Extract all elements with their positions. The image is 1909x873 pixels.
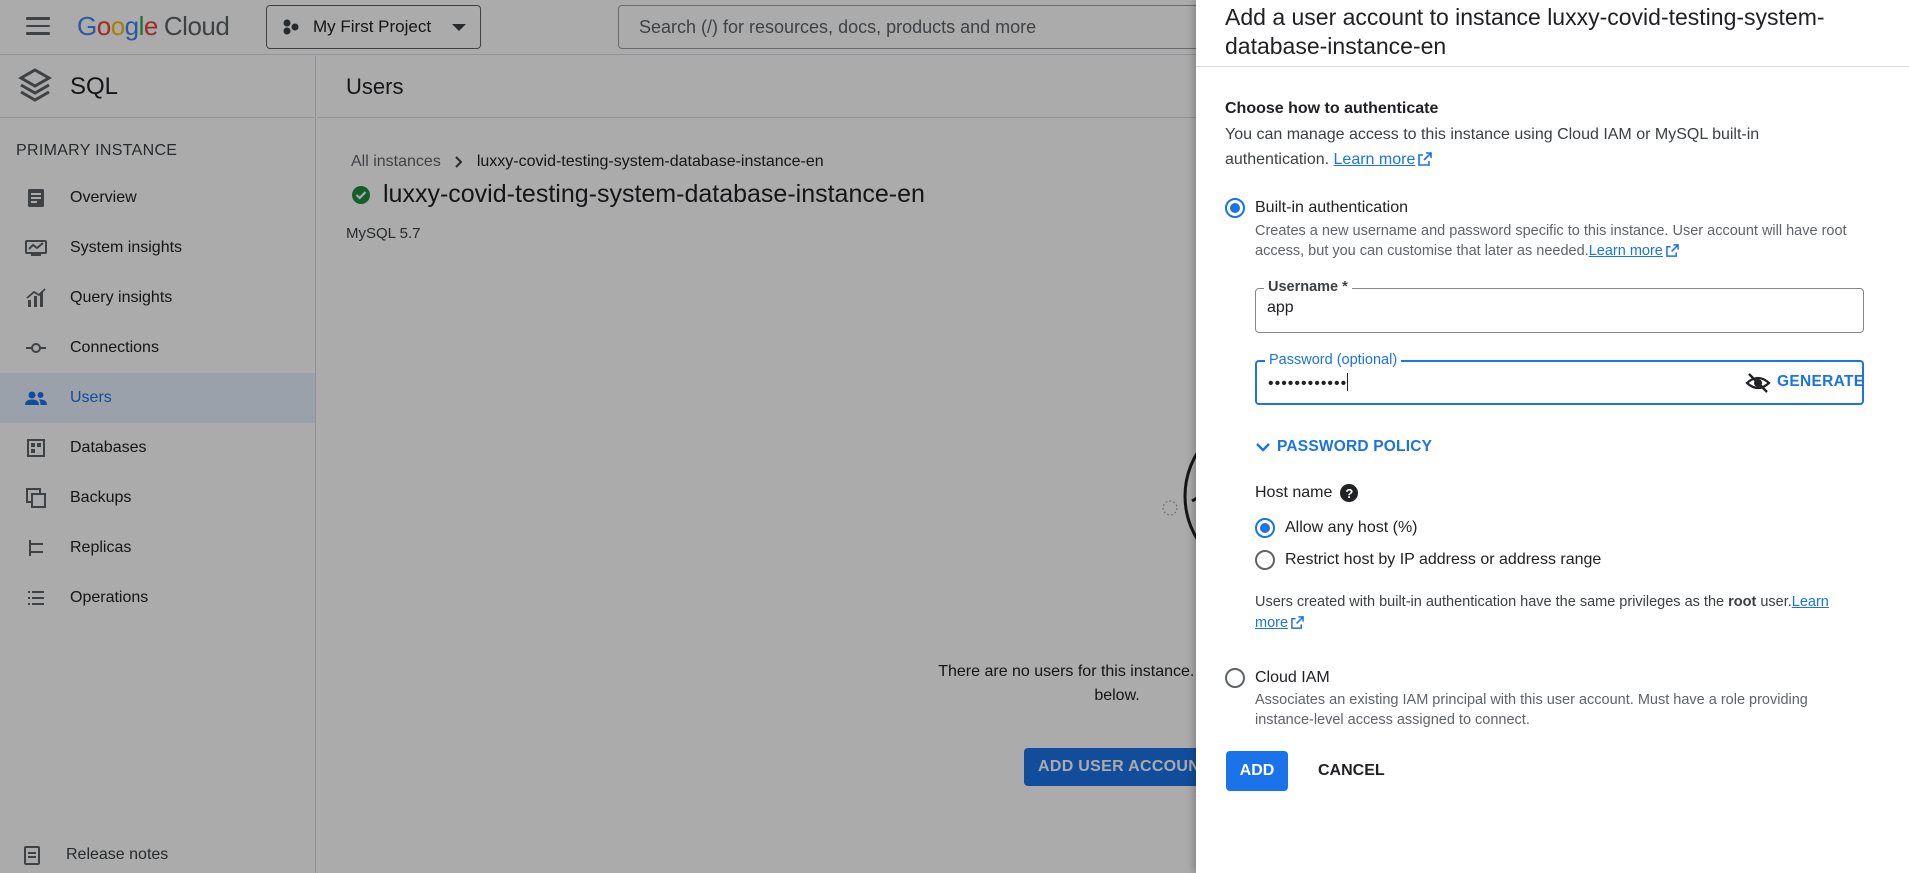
external-link-icon: [1291, 616, 1304, 629]
add-button[interactable]: ADD: [1226, 751, 1288, 791]
external-link-icon: [1418, 152, 1433, 166]
cloud-iam-description: Associates an existing IAM principal wit…: [1255, 692, 1808, 728]
username-field[interactable]: Username *: [1255, 279, 1864, 333]
visibility-off-icon[interactable]: [1745, 371, 1771, 395]
password-policy-toggle[interactable]: PASSWORD POLICY: [1255, 438, 1432, 456]
cloud-iam-option[interactable]: Cloud IAM: [1225, 668, 1330, 688]
host-restrict-option[interactable]: Restrict host by IP address or address r…: [1255, 550, 1601, 570]
modal-scrim[interactable]: [0, 0, 1196, 873]
password-label: Password (optional): [1265, 352, 1402, 368]
chevron-down-icon: [1256, 443, 1270, 452]
builtin-auth-radio[interactable]: [1225, 198, 1245, 218]
username-label: Username *: [1264, 279, 1352, 295]
host-any-radio[interactable]: [1255, 518, 1275, 538]
learn-more-link[interactable]: Learn more: [1334, 151, 1416, 168]
panel-title: Add a user account to instance luxxy-cov…: [1196, 0, 1909, 67]
text-cursor: [1347, 373, 1349, 391]
add-user-panel: Add a user account to instance luxxy-cov…: [1196, 0, 1909, 873]
auth-heading: Choose how to authenticate: [1225, 100, 1439, 117]
help-icon[interactable]: ?: [1340, 484, 1359, 502]
builtin-auth-label: Built-in authentication: [1255, 199, 1408, 216]
host-note: Users created with built-in authenticati…: [1255, 594, 1829, 631]
builtin-learn-more-link[interactable]: Learn more: [1589, 243, 1663, 259]
builtin-auth-description: Creates a new username and password spec…: [1255, 223, 1847, 259]
host-name-label: Host name ?: [1255, 484, 1359, 502]
host-any-option[interactable]: Allow any host (%): [1255, 518, 1418, 538]
generate-password-button[interactable]: GENERATE: [1769, 371, 1872, 393]
external-link-icon: [1666, 244, 1679, 257]
auth-description: You can manage access to this instance u…: [1225, 126, 1760, 168]
username-input[interactable]: [1267, 299, 1687, 317]
builtin-auth-option[interactable]: Built-in authentication: [1225, 198, 1408, 218]
cloud-iam-radio[interactable]: [1225, 668, 1245, 688]
password-input[interactable]: ••••••••••••: [1268, 373, 1349, 393]
host-restrict-radio[interactable]: [1255, 550, 1275, 570]
cancel-button[interactable]: CANCEL: [1306, 751, 1397, 791]
password-field[interactable]: Password (optional) •••••••••••• GENERAT…: [1255, 352, 1864, 405]
